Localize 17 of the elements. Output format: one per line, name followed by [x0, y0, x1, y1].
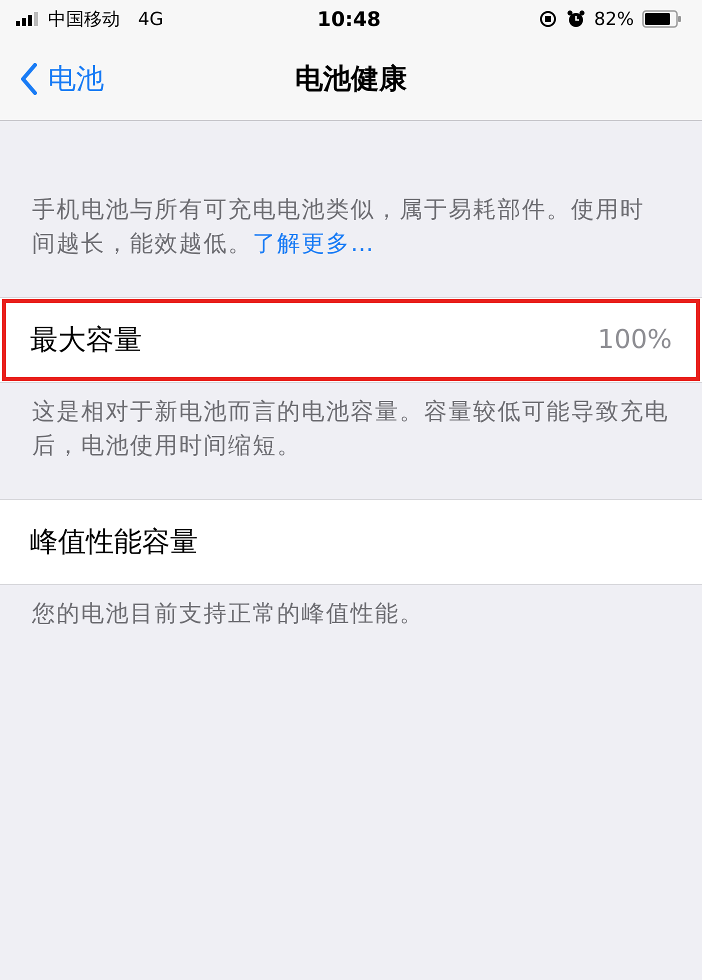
- page-title: 电池健康: [295, 61, 407, 97]
- chevron-left-icon: [20, 63, 38, 95]
- row-footer: 您的电池目前支持正常的峰值性能。: [32, 597, 674, 631]
- battery-percent: 82%: [594, 8, 634, 30]
- back-button[interactable]: 电池: [0, 60, 104, 98]
- row-label: 最大容量: [30, 322, 142, 358]
- row-footer: 这是相对于新电池而言的电池容量。容量较低可能导致充电后，电池使用时间缩短。: [32, 395, 674, 463]
- intro-paragraph: 手机电池与所有可充电电池类似，属于易耗部件。使用时间越长，能效越低。了解更多…: [32, 196, 646, 259]
- clock-time: 10:48: [317, 7, 381, 31]
- alarm-icon: [566, 9, 586, 29]
- battery-icon: [642, 10, 682, 28]
- row-label: 峰值性能容量: [30, 524, 198, 560]
- row-value: 100%: [598, 325, 672, 355]
- network-type: 4G: [138, 8, 164, 30]
- signal-icon: [16, 12, 40, 26]
- learn-more-link[interactable]: 了解更多…: [252, 231, 375, 257]
- carrier-name: 中国移动: [48, 8, 120, 31]
